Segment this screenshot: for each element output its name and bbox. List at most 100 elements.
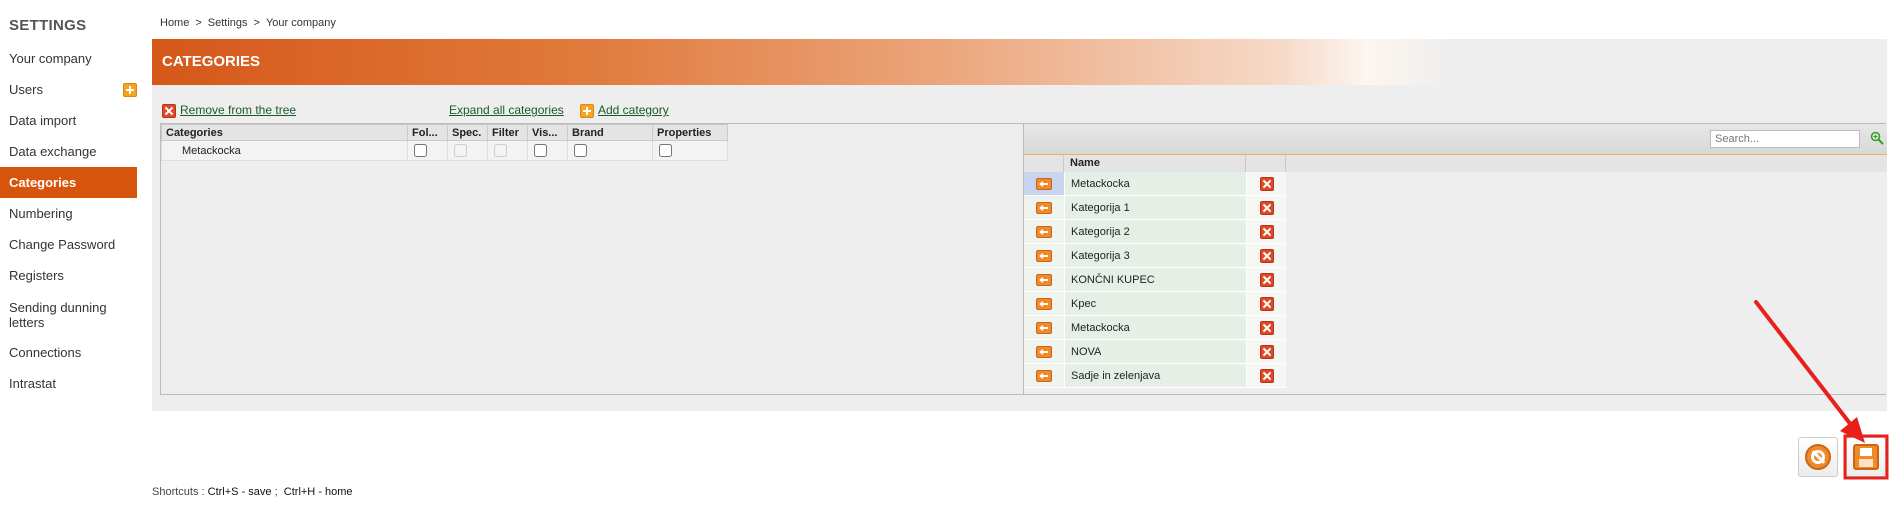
move-cell[interactable] <box>1024 316 1064 340</box>
categories-panel: Categories Fol... Spec. Filter Vis... Br… <box>160 123 1887 395</box>
arrow-left-icon[interactable] <box>1036 273 1052 286</box>
tree-row[interactable]: Metackocka <box>161 140 728 161</box>
row-name[interactable]: NOVA <box>1064 340 1246 364</box>
col-spec: Spec. <box>447 124 488 141</box>
delete-icon[interactable] <box>1259 272 1274 287</box>
grid-header-name[interactable]: Name <box>1064 155 1246 172</box>
delete-cell[interactable] <box>1246 268 1286 292</box>
expand-all-link[interactable]: Expand all categories <box>449 103 564 117</box>
row-name[interactable]: Metackocka <box>1064 316 1246 340</box>
sidebar-item-label: Connections <box>9 345 82 360</box>
table-row[interactable]: NOVA <box>1024 340 1887 364</box>
folder-checkbox[interactable] <box>414 144 427 157</box>
sidebar-item-numbering[interactable]: Numbering <box>0 198 137 229</box>
arrow-left-icon[interactable] <box>1036 177 1052 190</box>
move-cell[interactable] <box>1024 172 1064 196</box>
move-cell[interactable] <box>1024 340 1064 364</box>
move-cell[interactable] <box>1024 364 1064 388</box>
table-row[interactable]: Sadje in zelenjava <box>1024 364 1887 388</box>
visible-checkbox[interactable] <box>534 144 547 157</box>
move-cell[interactable] <box>1024 220 1064 244</box>
sidebar-item-label: Categories <box>9 175 77 190</box>
brand-checkbox[interactable] <box>574 144 587 157</box>
shortcut-home: Ctrl+H - home <box>283 486 353 498</box>
move-cell[interactable] <box>1024 244 1064 268</box>
delete-cell[interactable] <box>1246 364 1286 388</box>
arrow-left-icon[interactable] <box>1036 297 1052 310</box>
sidebar-item-label: Data exchange <box>9 144 97 159</box>
tree-row-name[interactable]: Metackocka <box>161 140 408 161</box>
sidebar-item-your-company[interactable]: Your company <box>0 43 137 74</box>
delete-icon[interactable] <box>1259 176 1274 191</box>
delete-cell[interactable] <box>1246 196 1286 220</box>
table-row[interactable]: Kategorija 2 <box>1024 220 1887 244</box>
search-input[interactable] <box>1710 130 1860 148</box>
add-category-link[interactable]: Add category <box>598 103 669 117</box>
arrow-left-icon[interactable] <box>1036 369 1052 382</box>
sidebar-item-label: Intrastat <box>9 376 56 391</box>
properties-checkbox[interactable] <box>659 144 672 157</box>
remove-from-tree-link[interactable]: Remove from the tree <box>180 103 296 117</box>
grid-header-blank <box>1246 155 1286 172</box>
delete-icon[interactable] <box>1259 344 1274 359</box>
page-title: CATEGORIES <box>162 53 261 70</box>
remove-icon[interactable] <box>162 104 176 118</box>
breadcrumb-current[interactable]: Your company <box>266 17 336 29</box>
delete-icon[interactable] <box>1259 248 1274 263</box>
row-name[interactable]: Kategorija 3 <box>1064 244 1246 268</box>
table-row[interactable]: Kpec <box>1024 292 1887 316</box>
arrow-left-icon[interactable] <box>1036 321 1052 334</box>
move-cell[interactable] <box>1024 292 1064 316</box>
search-icon[interactable] <box>1870 131 1884 145</box>
cancel-button[interactable] <box>1798 437 1838 477</box>
arrow-left-icon[interactable] <box>1036 201 1052 214</box>
table-row[interactable]: Metackocka <box>1024 172 1887 196</box>
table-row[interactable]: Metackocka <box>1024 316 1887 340</box>
delete-cell[interactable] <box>1246 340 1286 364</box>
table-row[interactable]: Kategorija 1 <box>1024 196 1887 220</box>
sidebar-item-registers[interactable]: Registers <box>0 260 137 291</box>
sidebar-item-users[interactable]: Users <box>0 74 137 105</box>
table-row[interactable]: Kategorija 3 <box>1024 244 1887 268</box>
sidebar-item-connections[interactable]: Connections <box>0 337 137 368</box>
row-name[interactable]: Sadje in zelenjava <box>1064 364 1246 388</box>
sidebar-item-intrastat[interactable]: Intrastat <box>0 368 137 399</box>
delete-cell[interactable] <box>1246 220 1286 244</box>
grid-rows: Metackocka Kategorija 1 Kategorija 2 Katego… <box>1024 172 1887 388</box>
arrow-left-icon[interactable] <box>1036 249 1052 262</box>
delete-cell[interactable] <box>1246 292 1286 316</box>
delete-cell[interactable] <box>1246 172 1286 196</box>
sidebar-item-change-password[interactable]: Change Password <box>0 229 137 260</box>
move-cell[interactable] <box>1024 268 1064 292</box>
sidebar-title: SETTINGS <box>9 17 87 34</box>
add-user-icon[interactable] <box>123 83 137 97</box>
row-name[interactable]: Metackocka <box>1064 172 1246 196</box>
delete-icon[interactable] <box>1259 224 1274 239</box>
sidebar-item-sending-dunning-letters[interactable]: Sending dunning letters <box>0 291 137 337</box>
row-name[interactable]: Kpec <box>1064 292 1246 316</box>
delete-icon[interactable] <box>1259 368 1274 383</box>
breadcrumb-home[interactable]: Home <box>160 17 189 29</box>
arrow-left-icon[interactable] <box>1036 345 1052 358</box>
sidebar-item-categories[interactable]: Categories <box>0 167 137 198</box>
arrow-left-icon[interactable] <box>1036 225 1052 238</box>
table-row[interactable]: KONČNI KUPEC <box>1024 268 1887 292</box>
delete-icon[interactable] <box>1259 296 1274 311</box>
sidebar-item-data-import[interactable]: Data import <box>0 105 137 136</box>
row-name[interactable]: Kategorija 1 <box>1064 196 1246 220</box>
row-name[interactable]: KONČNI KUPEC <box>1064 268 1246 292</box>
save-button[interactable] <box>1846 437 1886 477</box>
delete-icon[interactable] <box>1259 320 1274 335</box>
move-cell[interactable] <box>1024 196 1064 220</box>
breadcrumb-settings[interactable]: Settings <box>208 17 248 29</box>
row-name[interactable]: Kategorija 2 <box>1064 220 1246 244</box>
add-category-icon[interactable] <box>580 104 594 118</box>
delete-cell[interactable] <box>1246 244 1286 268</box>
delete-cell[interactable] <box>1246 316 1286 340</box>
shortcuts-separator: ; <box>274 486 278 498</box>
sidebar-item-data-exchange[interactable]: Data exchange <box>0 136 137 167</box>
sidebar-item-label: Sending dunning letters <box>9 300 107 330</box>
grid-header: Name <box>1024 155 1887 172</box>
delete-icon[interactable] <box>1259 200 1274 215</box>
sidebar-item-label: Change Password <box>9 237 116 252</box>
